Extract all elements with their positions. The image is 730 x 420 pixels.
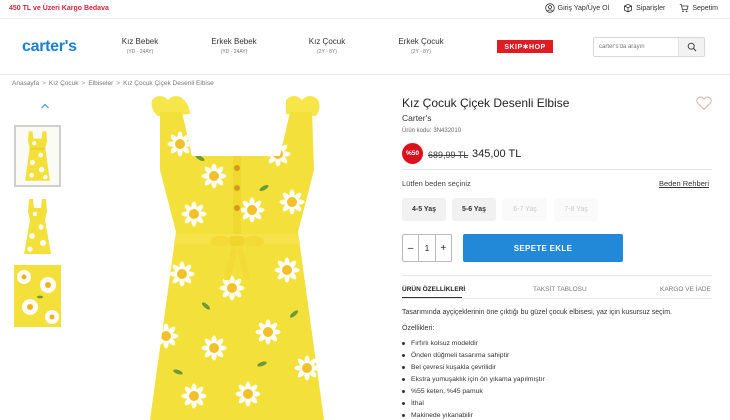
discount-badge: %50: [402, 143, 423, 164]
feature-text: Önden düğmeli tasarıma sahiptir: [411, 351, 510, 359]
search-box: [593, 37, 705, 57]
login-label: Giriş Yap/Üye Ol: [557, 4, 610, 12]
dress-image: [150, 96, 324, 420]
skip-hop-logo[interactable]: SKIP✱HOP: [497, 40, 553, 53]
list-item: Makinede yıkanabilir: [402, 409, 545, 420]
quantity-value[interactable]: 1: [418, 235, 436, 261]
orders-link[interactable]: Siparişler: [623, 3, 665, 13]
feature-text: Makinede yıkanabilir: [411, 411, 473, 419]
search-input[interactable]: [594, 38, 678, 56]
feature-text: %55 keten, %45 pamuk: [411, 387, 483, 395]
bullet-icon: [402, 365, 405, 369]
old-price: 689,99 TL: [428, 150, 469, 160]
account-links: Giriş Yap/Üye Ol Siparişler Sepetim: [544, 3, 718, 13]
quantity-stepper: – 1 +: [402, 234, 452, 262]
breadcrumb: Anasayfa > Kız Çocuk > Elbiseler > Kız Çocu…: [12, 80, 214, 87]
size-option-7-8: 7-8 Yaş: [554, 198, 598, 221]
breadcrumb-separator: >: [42, 80, 46, 87]
breadcrumb-item[interactable]: Kız Çocuk: [49, 80, 79, 87]
bullet-icon: [402, 353, 405, 357]
size-select-label: Lütfen beden seçiniz: [402, 179, 471, 188]
quantity-decrease-button[interactable]: –: [403, 235, 418, 261]
nav-age-range: (2Y - 8Y): [411, 49, 431, 55]
features-list: Fırfırlı kolsuz modeldir Önden düğmeli t…: [402, 337, 545, 420]
bullet-icon: [402, 413, 405, 417]
nav-title: Kız Bebek: [121, 37, 159, 46]
list-item: Ekstra yumuşaklık için ön yıkama yapılmı…: [402, 373, 545, 385]
size-option-6-7: 6-7 Yaş: [503, 198, 547, 221]
user-icon: [544, 3, 555, 13]
bullet-icon: [402, 389, 405, 393]
section-divider: [402, 275, 712, 276]
list-item: %55 keten, %45 pamuk: [402, 385, 545, 397]
nav-erkek-cocuk[interactable]: Erkek Çocuk (2Y - 8Y): [390, 37, 452, 55]
size-guide-link[interactable]: Beden Rehberi: [659, 179, 709, 188]
list-item: Bel çevresi kuşakla çevrilidir: [402, 361, 545, 373]
feature-text: Fırfırlı kolsuz modeldir: [411, 339, 478, 347]
breadcrumb-item[interactable]: Anasayfa: [12, 80, 39, 87]
chevron-up-icon[interactable]: [40, 102, 50, 110]
product-brand[interactable]: Carter's: [402, 113, 432, 123]
product-description: Tasarımında ayçiçeklerinin öne çıktığı b…: [402, 309, 673, 316]
nav-age-range: (YD - 24AY): [220, 49, 248, 55]
nav-age-range: (YD - 24AY): [126, 49, 154, 55]
main-header: carter's Kız Bebek (YD - 24AY) Erkek Beb…: [0, 20, 730, 75]
dress-thumbnail-image: [14, 265, 61, 327]
breadcrumb-item[interactable]: Elbiseler: [88, 80, 113, 87]
bullet-icon: [402, 377, 405, 381]
orders-label: Siparişler: [636, 4, 666, 12]
nav-title: Erkek Bebek: [211, 37, 257, 46]
cart-icon: [680, 4, 689, 13]
tabs-divider: [402, 298, 712, 299]
product-code-label: Ürün kodu:: [402, 128, 432, 134]
tab-product-features[interactable]: ÜRÜN ÖZELLİKLERİ: [402, 286, 465, 293]
main-product-image[interactable]: [102, 92, 372, 420]
current-price: 345,00 TL: [472, 148, 522, 160]
tab-installments[interactable]: TAKSİT TABLOSU: [533, 286, 587, 293]
nav-erkek-bebek[interactable]: Erkek Bebek (YD - 24AY): [203, 37, 265, 55]
bullet-icon: [402, 401, 405, 405]
feature-text: Ekstra yumuşaklık için ön yıkama yapılmı…: [411, 375, 545, 383]
nav-age-range: (2Y - 8Y): [317, 49, 337, 55]
section-divider: [402, 169, 712, 170]
cart-label: Sepetim: [692, 4, 718, 12]
thumbnail-front[interactable]: [14, 125, 61, 187]
nav-title: Erkek Çocuk: [398, 37, 444, 46]
tab-shipping-returns[interactable]: KARGO VE İADE: [660, 286, 711, 293]
product-title: Kız Çocuk Çiçek Desenli Elbise: [402, 96, 570, 110]
feature-text: Bel çevresi kuşakla çevrilidir: [411, 363, 496, 371]
cart-link[interactable]: Sepetim: [679, 3, 718, 13]
list-item: Fırfırlı kolsuz modeldir: [402, 337, 545, 349]
heart-icon[interactable]: [696, 96, 712, 111]
nav-title: Kız Çocuk: [308, 37, 346, 46]
carters-logo[interactable]: carter's: [22, 38, 77, 56]
product-code: Ürün kodu: 3N432010: [402, 128, 461, 134]
package-icon: [624, 3, 633, 13]
list-item: Önden düğmeli tasarıma sahiptir: [402, 349, 545, 361]
thumbnail-back[interactable]: [14, 196, 61, 258]
size-option-4-5[interactable]: 4-5 Yaş: [402, 198, 446, 221]
list-item: İthal: [402, 397, 545, 409]
features-heading: Özellikleri:: [402, 325, 435, 332]
size-option-5-6[interactable]: 5-6 Yaş: [452, 198, 496, 221]
product-code-value: 3N432010: [433, 128, 462, 134]
search-button[interactable]: [678, 38, 704, 56]
free-shipping-promo[interactable]: 450 TL ve Üzeri Kargo Bedava: [9, 5, 109, 12]
breadcrumb-current: Kız Çocuk Çiçek Desenli Elbise: [123, 80, 214, 87]
bullet-icon: [402, 341, 405, 345]
nav-kiz-bebek[interactable]: Kız Bebek (YD - 24AY): [112, 37, 168, 55]
dress-thumbnail-image: [16, 127, 59, 185]
login-link[interactable]: Giriş Yap/Üye Ol: [544, 3, 610, 13]
dress-thumbnail-image: [14, 196, 61, 258]
search-icon: [687, 42, 696, 52]
thumbnail-detail[interactable]: [14, 265, 61, 327]
add-to-cart-button[interactable]: SEPETE EKLE: [463, 234, 623, 262]
breadcrumb-separator: >: [116, 80, 121, 87]
quantity-increase-button[interactable]: +: [436, 235, 451, 261]
feature-text: İthal: [411, 399, 424, 407]
top-bar: 450 TL ve Üzeri Kargo Bedava Giriş Yap/Ü…: [0, 0, 730, 19]
breadcrumb-separator: >: [81, 80, 86, 87]
nav-kiz-cocuk[interactable]: Kız Çocuk (2Y - 8Y): [300, 37, 354, 55]
